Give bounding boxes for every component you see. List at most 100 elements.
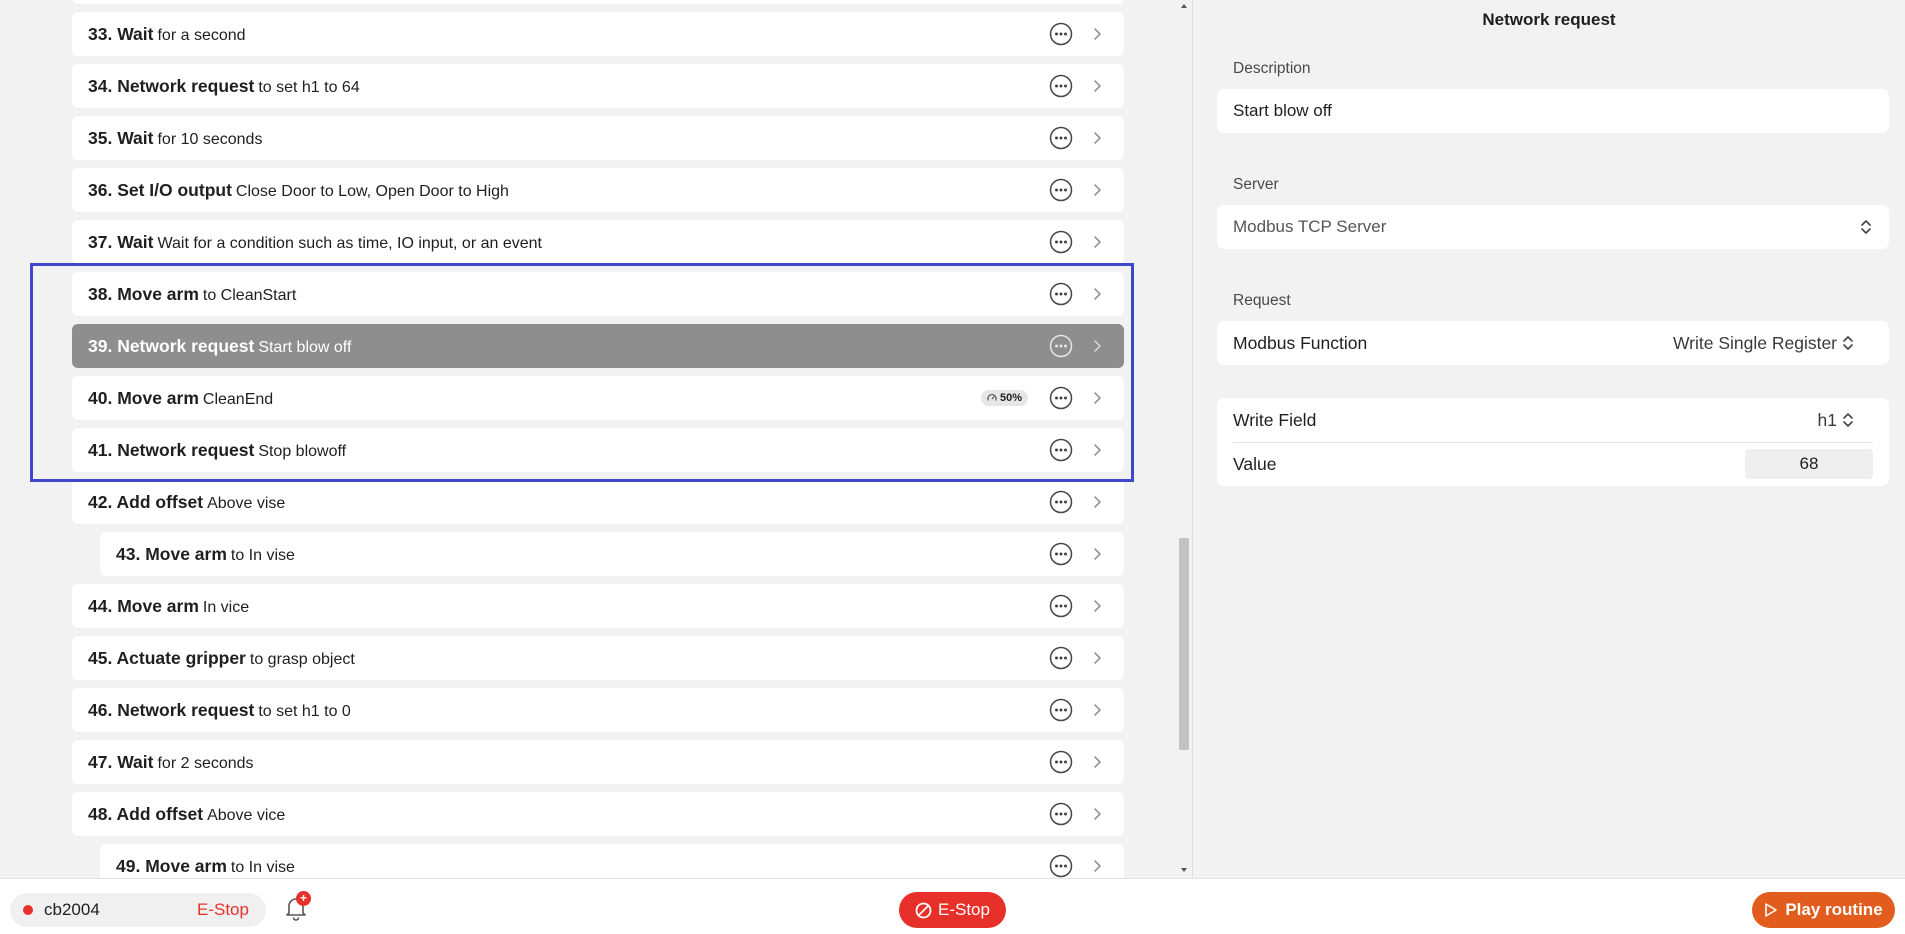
more-options-icon[interactable] [1048, 229, 1074, 255]
step-row[interactable]: 33. Wait for a second [72, 12, 1124, 56]
step-text: 47. Wait for 2 seconds [72, 752, 1048, 773]
step-detail-panel: Network request Description Start blow o… [1193, 0, 1905, 878]
modbus-function-value: Write Single Register [1672, 333, 1837, 353]
robot-name: cb2004 [44, 900, 100, 919]
scroll-down-arrow-icon[interactable] [1176, 864, 1192, 876]
step-description: Above vice [207, 806, 286, 824]
step-description: to In vise [230, 858, 295, 876]
step-row[interactable]: 48. Add offset Above vice [72, 792, 1124, 836]
chevron-right-icon[interactable] [1090, 599, 1104, 613]
chevron-right-icon[interactable] [1090, 703, 1104, 717]
updown-chevron-icon [1843, 336, 1853, 350]
step-title: 35. Wait [88, 127, 154, 148]
more-options-icon[interactable] [1048, 437, 1074, 463]
step-title: 37. Wait [88, 231, 154, 252]
step-text: 46. Network request to set h1 to 0 [72, 700, 1048, 721]
write-field-value: h1 [1817, 410, 1837, 430]
scroll-up-arrow-icon[interactable] [1176, 0, 1192, 12]
write-field-label: Write Field [1233, 410, 1317, 430]
chevron-right-icon[interactable] [1090, 27, 1104, 41]
step-row[interactable]: 43. Move arm to In vise [100, 532, 1124, 576]
step-row[interactable]: 49. Move arm to In vise [100, 844, 1124, 878]
step-row[interactable] [72, 0, 1124, 4]
more-options-icon[interactable] [1048, 177, 1074, 203]
step-text: 39. Network request Start blow off [72, 336, 1048, 357]
step-title: 46. Network request [88, 699, 255, 720]
more-options-icon[interactable] [1048, 645, 1074, 671]
more-options-icon[interactable] [1048, 541, 1074, 567]
more-options-icon[interactable] [1048, 489, 1074, 515]
server-label: Server [1233, 176, 1279, 193]
chevron-right-icon[interactable] [1090, 339, 1104, 353]
estop-button-label: E-Stop [938, 900, 990, 919]
chevron-right-icon[interactable] [1090, 755, 1104, 769]
more-options-icon[interactable] [1048, 21, 1074, 47]
server-select[interactable]: Modbus TCP Server [1217, 205, 1889, 249]
description-field[interactable]: Start blow off [1217, 89, 1889, 133]
step-text: 38. Move arm to CleanStart [72, 284, 1048, 305]
more-options-icon[interactable] [1048, 853, 1074, 878]
more-options-icon[interactable] [1048, 385, 1074, 411]
step-row[interactable]: 45. Actuate gripper to grasp object [72, 636, 1124, 680]
step-row[interactable]: 47. Wait for 2 seconds [72, 740, 1124, 784]
step-text: 33. Wait for a second [72, 24, 1048, 45]
more-options-icon[interactable] [1048, 281, 1074, 307]
step-description: In vice [202, 598, 250, 616]
chevron-right-icon[interactable] [1090, 859, 1104, 873]
more-options-icon[interactable] [1048, 125, 1074, 151]
estop-button[interactable]: E-Stop [899, 892, 1006, 928]
step-title: 41. Network request [88, 439, 255, 460]
play-routine-label: Play routine [1785, 900, 1883, 919]
chevron-right-icon[interactable] [1090, 183, 1104, 197]
robot-status-chip[interactable]: cb2004 E-Stop [10, 893, 266, 927]
chevron-right-icon[interactable] [1090, 79, 1104, 93]
more-options-icon[interactable] [1048, 749, 1074, 775]
step-row[interactable]: 42. Add offset Above vise [72, 480, 1124, 524]
step-row[interactable]: 37. Wait Wait for a condition such as tim… [72, 220, 1124, 264]
step-text: 34. Network request to set h1 to 64 [72, 76, 1048, 97]
chevron-right-icon[interactable] [1090, 807, 1104, 821]
step-row[interactable]: 35. Wait for 10 seconds [72, 116, 1124, 160]
step-text: 35. Wait for 10 seconds [72, 128, 1048, 149]
chevron-right-icon[interactable] [1090, 443, 1104, 457]
chevron-right-icon[interactable] [1090, 547, 1104, 561]
step-text: 40. Move arm CleanEnd [72, 388, 981, 409]
step-text: 42. Add offset Above vise [72, 492, 1048, 513]
modbus-function-select[interactable]: Modbus Function Write Single Register [1217, 321, 1889, 365]
step-description: Above vise [207, 494, 286, 512]
step-row[interactable]: 34. Network request to set h1 to 64 [72, 64, 1124, 108]
step-row[interactable]: 41. Network request Stop blowoff [72, 428, 1124, 472]
more-options-icon[interactable] [1048, 801, 1074, 827]
write-settings-card: Write Field h1 Value 68 [1217, 398, 1889, 486]
step-title: 36. Set I/O output [88, 179, 232, 200]
scrollbar-thumb[interactable] [1179, 538, 1189, 750]
step-title: 43. Move arm [116, 543, 227, 564]
chevron-right-icon[interactable] [1090, 287, 1104, 301]
chevron-right-icon[interactable] [1090, 651, 1104, 665]
play-routine-button[interactable]: Play routine [1752, 892, 1895, 928]
step-title: 47. Wait [88, 751, 154, 772]
step-row[interactable]: 39. Network request Start blow off [72, 324, 1124, 368]
step-description: Close Door to Low, Open Door to High [235, 182, 509, 200]
step-title: 42. Add offset [88, 491, 204, 512]
chevron-right-icon[interactable] [1090, 131, 1104, 145]
chevron-right-icon[interactable] [1090, 235, 1104, 249]
more-options-icon[interactable] [1048, 73, 1074, 99]
write-field-select[interactable]: Write Field h1 [1217, 398, 1889, 442]
value-input[interactable]: 68 [1745, 449, 1873, 479]
more-options-icon[interactable] [1048, 593, 1074, 619]
chevron-right-icon[interactable] [1090, 495, 1104, 509]
more-options-icon[interactable] [1048, 333, 1074, 359]
step-row[interactable]: 44. Move arm In vice [72, 584, 1124, 628]
chevron-right-icon[interactable] [1090, 391, 1104, 405]
step-row[interactable]: 36. Set I/O output Close Door to Low, Ope… [72, 168, 1124, 212]
step-row[interactable]: 40. Move arm CleanEnd 50% [72, 376, 1124, 420]
step-description: to set h1 to 0 [258, 702, 351, 720]
step-text: 44. Move arm In vice [72, 596, 1048, 617]
step-description: for a second [157, 26, 246, 44]
value-row: Value 68 [1217, 442, 1889, 486]
more-options-icon[interactable] [1048, 697, 1074, 723]
step-row[interactable]: 38. Move arm to CleanStart [72, 272, 1124, 316]
step-row[interactable]: 46. Network request to set h1 to 0 [72, 688, 1124, 732]
step-text: 37. Wait Wait for a condition such as tim… [72, 232, 1048, 253]
